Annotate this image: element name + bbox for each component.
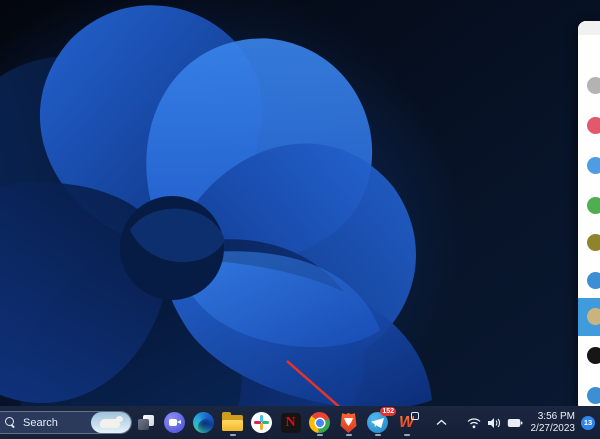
brave-button[interactable] <box>337 408 360 437</box>
notification-count-badge[interactable]: 13 <box>581 416 595 430</box>
wallpaper-bloom <box>0 0 600 439</box>
search-box[interactable]: Search <box>0 411 132 434</box>
file-explorer-button[interactable] <box>221 408 244 437</box>
tray-time: 3:56 PM <box>531 411 576 423</box>
brave-icon <box>339 412 358 433</box>
task-view-button[interactable] <box>134 408 157 437</box>
chat-avatar[interactable] <box>587 77 600 94</box>
chat-list-panel <box>578 21 600 412</box>
system-tray: 3:56 PM 2/27/2023 13 <box>431 406 600 439</box>
volume-icon <box>487 417 501 429</box>
running-indicator <box>404 434 410 436</box>
search-daily-image[interactable] <box>91 412 131 433</box>
chrome-button[interactable] <box>308 408 331 437</box>
chat-avatar[interactable] <box>587 234 600 251</box>
wps-office-icon: W <box>396 412 417 433</box>
wifi-icon <box>467 417 481 429</box>
chat-avatar[interactable] <box>587 117 600 134</box>
clock-button[interactable]: 3:56 PM 2/27/2023 <box>531 411 576 435</box>
slack-button[interactable] <box>250 408 273 437</box>
desktop: Search <box>0 0 600 439</box>
chat-avatar[interactable] <box>587 157 600 174</box>
chrome-icon <box>309 412 330 433</box>
chat-avatar[interactable] <box>587 197 600 214</box>
network-volume-battery-button[interactable] <box>467 417 523 429</box>
telegram-button[interactable]: 152 <box>366 408 389 437</box>
running-indicator <box>346 434 352 436</box>
wps-notification-badge <box>411 412 419 420</box>
chat-avatar[interactable] <box>587 272 600 289</box>
running-indicator <box>230 434 236 436</box>
netflix-button[interactable]: N <box>279 408 302 437</box>
clipchamp-icon <box>164 412 185 433</box>
wps-office-button[interactable]: W <box>395 408 418 437</box>
running-indicator <box>375 434 381 436</box>
chat-avatar[interactable] <box>587 347 600 364</box>
taskbar: Search <box>0 406 600 439</box>
netflix-icon: N <box>281 413 301 433</box>
telegram-unread-badge: 152 <box>380 407 396 416</box>
chevron-up-icon <box>436 419 447 426</box>
battery-icon <box>507 417 523 429</box>
edge-icon <box>193 412 214 433</box>
chat-avatar-selected[interactable] <box>587 308 600 325</box>
search-label: Search <box>23 417 91 429</box>
running-indicator <box>317 434 323 436</box>
tray-overflow-button[interactable] <box>431 412 453 434</box>
search-icon <box>5 417 16 428</box>
chat-panel-titlebar <box>578 21 600 35</box>
taskbar-app-row: N 152 W <box>134 406 418 439</box>
chat-avatar[interactable] <box>587 387 600 404</box>
edge-button[interactable] <box>192 408 215 437</box>
clipchamp-button[interactable] <box>163 408 186 437</box>
file-explorer-icon <box>222 415 243 431</box>
tray-date: 2/27/2023 <box>531 423 576 435</box>
slack-icon <box>251 412 272 433</box>
task-view-icon <box>138 415 154 430</box>
